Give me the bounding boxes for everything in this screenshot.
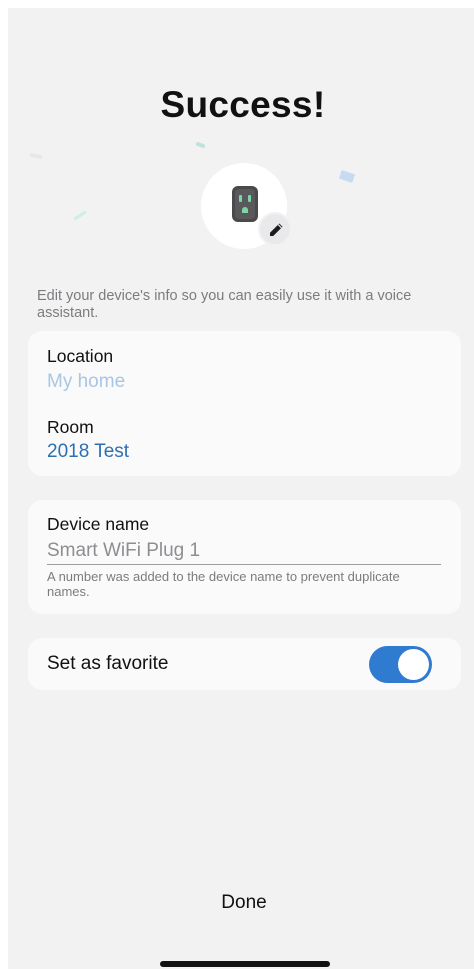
screen: Success! Edit your device's info so you … <box>8 8 474 969</box>
toggle-knob <box>398 649 429 680</box>
device-name-note: A number was added to the device name to… <box>47 569 400 599</box>
location-value[interactable]: My home <box>47 371 125 393</box>
smart-plug-icon <box>231 185 259 223</box>
confetti-piece <box>73 210 87 221</box>
page-title: Success! <box>160 84 326 125</box>
favorite-toggle[interactable] <box>369 646 432 683</box>
device-name-input[interactable] <box>47 538 441 565</box>
room-selector[interactable]: 2018 Test <box>47 441 129 463</box>
location-label: Location <box>47 346 114 366</box>
device-name-card: Device name A number was added to the de… <box>28 500 461 614</box>
helper-text: Edit your device's info so you can easil… <box>37 288 412 321</box>
favorite-label: Set as favorite <box>47 653 169 674</box>
edit-device-image-button[interactable] <box>258 212 292 246</box>
favorite-card: Set as favorite <box>28 638 461 690</box>
room-label: Room <box>47 417 94 437</box>
confetti-piece <box>338 170 356 183</box>
confetti-piece <box>195 141 206 149</box>
location-card: Location My home Room 2018 Test <box>28 331 461 476</box>
done-button[interactable]: Done <box>194 886 294 920</box>
device-name-label: Device name <box>47 514 150 534</box>
confetti-piece <box>29 152 43 160</box>
home-indicator[interactable] <box>160 961 330 967</box>
